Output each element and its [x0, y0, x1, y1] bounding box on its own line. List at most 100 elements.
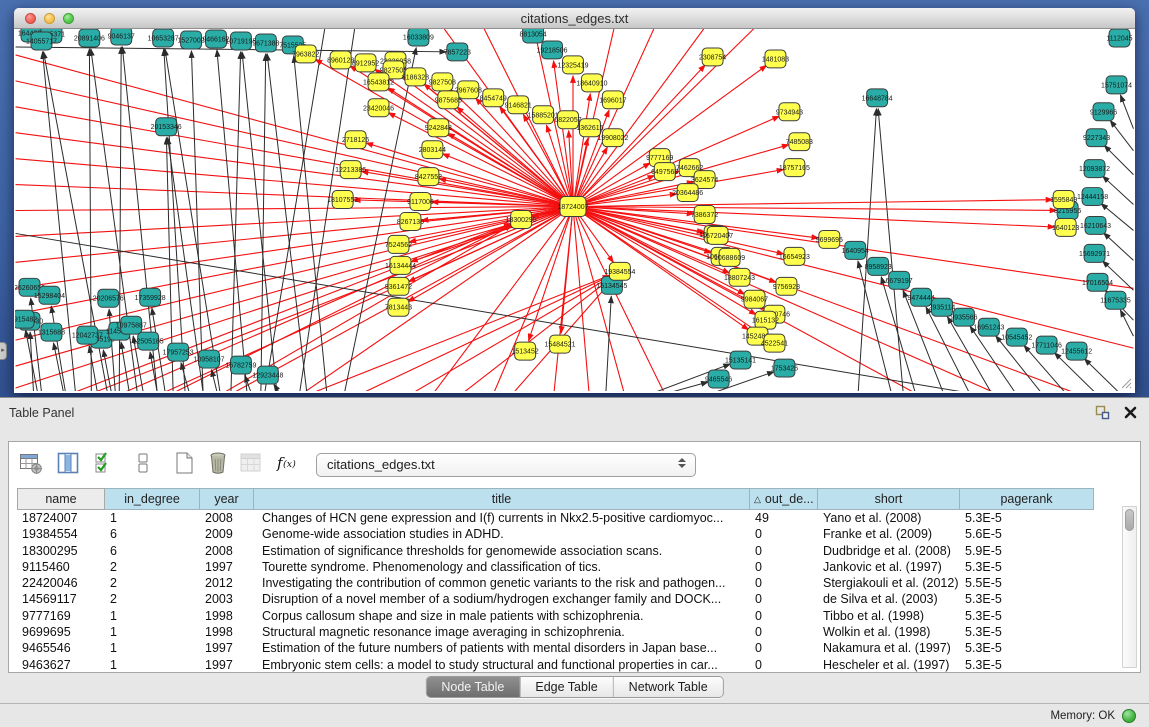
graph-node-teal[interactable]: 15751074	[1101, 76, 1132, 94]
graph-node-yellow[interactable]: 1640123	[1052, 218, 1079, 236]
graph-node-yellow[interactable]: 15484521	[545, 335, 576, 353]
memory-status-indicator[interactable]	[1122, 709, 1136, 723]
column-header-year[interactable]: year	[200, 488, 254, 510]
graph-node-teal[interactable]: 16648784	[862, 89, 893, 107]
table-row[interactable]: 1938455462009Genome-wide association stu…	[17, 526, 1094, 542]
graph-node-yellow[interactable]: 18807243	[724, 268, 755, 286]
graph-node-teal[interactable]: 1753426	[771, 359, 798, 377]
graph-node-teal[interactable]: 20891406	[74, 29, 105, 47]
graph-node-yellow[interactable]: 18724007	[557, 197, 588, 217]
graph-node-teal[interactable]: 1640954	[842, 241, 869, 259]
graph-node-yellow[interactable]: 9984067	[741, 290, 768, 308]
column-header-name[interactable]: name	[17, 488, 105, 510]
network-view-window[interactable]: citations_edges.txt 16442272055371140557…	[14, 8, 1135, 393]
graph-node-teal[interactable]: 9046137	[108, 29, 135, 45]
graph-node-yellow[interactable]: 9756928	[773, 277, 800, 295]
graph-node-teal[interactable]: 6679197	[886, 271, 913, 289]
new-column-button[interactable]	[170, 451, 198, 479]
graph-node-teal[interactable]: 9465546	[705, 370, 732, 388]
graph-node-teal[interactable]: 9935566	[950, 308, 977, 326]
graph-node-teal[interactable]: 17359928	[135, 288, 166, 306]
graph-node-yellow[interactable]: 18107552	[327, 191, 358, 209]
graph-node-yellow[interactable]: 9875685	[435, 91, 462, 109]
close-panel-icon[interactable]	[1124, 406, 1137, 419]
graph-node-yellow[interactable]: 8186328	[402, 68, 429, 86]
graph-node-yellow[interactable]: 1595849	[1050, 191, 1077, 209]
graph-node-yellow[interactable]: 6497568	[651, 163, 678, 181]
graph-node-yellow[interactable]: 8267130	[397, 212, 424, 230]
graph-node-yellow[interactable]: 8454749	[480, 89, 507, 107]
graph-node-yellow[interactable]: 9146821	[505, 96, 532, 114]
tab-network-table[interactable]: Network Table	[613, 677, 723, 697]
graph-node-teal[interactable]: 7857223	[444, 43, 471, 61]
table-row[interactable]: 911546021997Tourette syndrome. Phenomeno…	[17, 559, 1094, 575]
table-row[interactable]: 946554611997Estimation of the future num…	[17, 640, 1094, 656]
graph-node-teal[interactable]: 12093872	[1079, 160, 1110, 178]
graph-node-teal[interactable]: 1527002	[177, 31, 204, 49]
graph-node-yellow[interactable]: 1513452	[512, 342, 539, 360]
citation-network-graph[interactable]: 1644227205537114055717208914069046137106…	[15, 29, 1134, 391]
collapsed-panel-handle[interactable]: ▸	[0, 342, 7, 360]
table-row[interactable]: 1872400712008Changes of HCN gene express…	[17, 510, 1094, 526]
graph-node-yellow[interactable]: 2308754	[699, 48, 726, 66]
graph-node-teal[interactable]: 8813054	[520, 29, 547, 43]
column-header-in_degree[interactable]: in_degree	[105, 488, 200, 510]
graph-node-yellow[interactable]: 9699695	[816, 230, 843, 248]
graph-node-yellow[interactable]: 9361472	[385, 277, 412, 295]
graph-node-teal[interactable]: 9474444	[907, 288, 934, 306]
scrollbar-thumb[interactable]	[1125, 509, 1134, 531]
show-columns-button[interactable]	[54, 451, 82, 479]
column-header-short[interactable]: short	[818, 488, 960, 510]
table-row[interactable]: 1456911722003Disruption of a novel membe…	[17, 591, 1094, 607]
graph-node-yellow[interactable]: 2803144	[419, 141, 446, 159]
graph-node-teal[interactable]: 15692971	[1079, 244, 1110, 262]
network-canvas[interactable]: 1644227205537114055717208914069046137106…	[15, 29, 1134, 391]
graph-node-teal[interactable]: 8958923	[865, 257, 892, 275]
graph-node-teal[interactable]: 17711046	[1031, 336, 1062, 354]
column-header-title[interactable]: title	[254, 488, 750, 510]
graph-node-yellow[interactable]: 9734943	[776, 103, 803, 121]
graph-node-yellow[interactable]: 1481083	[762, 50, 789, 68]
table-row[interactable]: 946362711997Embryonic stem cells: a mode…	[17, 657, 1094, 673]
graph-node-teal[interactable]: 16782759	[225, 356, 256, 374]
graph-node-yellow[interactable]: 8427552	[415, 168, 442, 186]
graph-node-yellow[interactable]: 16654923	[779, 247, 810, 265]
graph-node-teal[interactable]: 16210643	[1080, 216, 1111, 234]
graph-node-yellow[interactable]: 7524562	[385, 235, 412, 253]
graph-node-teal[interactable]: 12505185	[133, 332, 164, 350]
graph-node-teal[interactable]: 16951243	[973, 318, 1004, 336]
column-header-out_de[interactable]: △out_de...	[750, 488, 818, 510]
graph-node-teal[interactable]: 12923448	[252, 366, 283, 384]
graph-node-yellow[interactable]: 4522541	[761, 334, 788, 352]
graph-node-yellow[interactable]: 12325419	[557, 56, 588, 74]
table-scrollbar[interactable]	[1122, 506, 1137, 668]
resize-grip-icon[interactable]	[1119, 376, 1132, 389]
table-source-select[interactable]: citations_edges.txt	[316, 453, 696, 477]
graph-node-teal[interactable]: 19218506	[537, 41, 568, 59]
graph-node-teal[interactable]: 12455612	[1061, 342, 1092, 360]
graph-node-teal[interactable]: 9671388	[252, 34, 279, 52]
unselect-columns-button[interactable]	[129, 451, 157, 479]
graph-node-yellow[interactable]: 2718126	[342, 131, 369, 149]
graph-node-yellow[interactable]: 1696017	[599, 91, 626, 109]
table-row[interactable]: 2242004622012Investigating the contribut…	[17, 575, 1094, 591]
graph-node-teal[interactable]: 9227343	[1083, 129, 1110, 147]
graph-node-yellow[interactable]: 9827508	[429, 73, 456, 91]
table-row[interactable]: 977716911998Corpus callosum shape and si…	[17, 608, 1094, 624]
table-row[interactable]: 1830029562008Estimation of significance …	[17, 543, 1094, 559]
graph-node-teal[interactable]: 15135141	[725, 351, 756, 369]
graph-node-teal[interactable]: 20153346	[151, 118, 182, 136]
graph-node-teal[interactable]: 3915482	[15, 310, 37, 328]
graph-node-teal[interactable]: 10653287	[148, 29, 179, 47]
graph-node-teal[interactable]: 20206576	[93, 289, 124, 307]
graph-node-teal[interactable]: 16033809	[403, 29, 434, 46]
graph-node-teal[interactable]: 10958107	[194, 350, 225, 368]
column-header-pagerank[interactable]: pagerank	[960, 488, 1094, 510]
graph-node-teal[interactable]: 1315688	[38, 323, 65, 341]
graph-node-yellow[interactable]: 1362615	[576, 119, 603, 137]
graph-node-teal[interactable]: 1112045	[1106, 29, 1132, 47]
graph-node-yellow[interactable]: 18757165	[779, 159, 810, 177]
graph-node-teal[interactable]: 12444158	[1077, 188, 1108, 206]
function-builder-button[interactable]: f(x)	[274, 451, 302, 479]
graph-node-yellow[interactable]: 1615132	[752, 311, 779, 329]
